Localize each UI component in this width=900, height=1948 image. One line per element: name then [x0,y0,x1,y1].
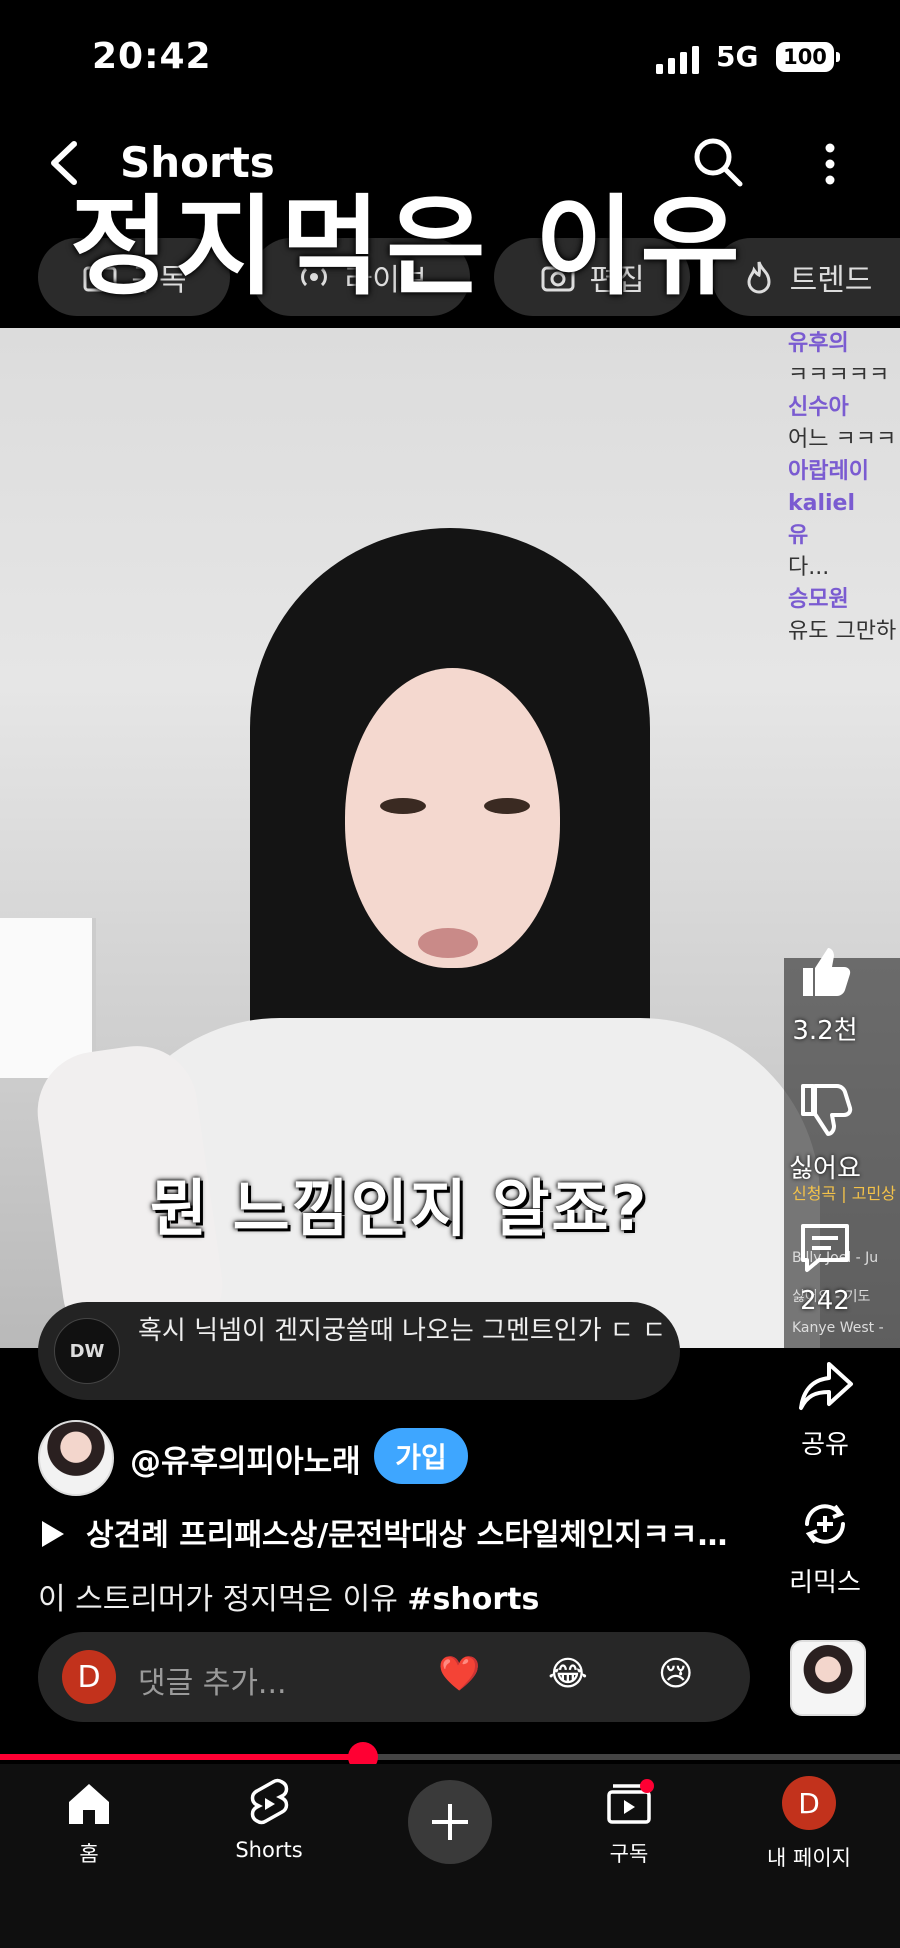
chat-line: kaliel [788,491,856,516]
video-description: 이 스트리머가 정지먹은 이유 #shorts [38,1574,539,1618]
battery-indicator: 100 [776,42,834,72]
person-eye [484,798,530,814]
nav-shorts[interactable]: Shorts [194,1774,344,1862]
remix-icon [805,1504,845,1544]
nav-subscriptions[interactable]: 구독 [554,1774,704,1868]
comments-button[interactable]: 242 [782,1218,868,1316]
video-title-overlay: 정지먹은 이유 [70,185,746,310]
comment-avatar: DW [54,1318,120,1384]
subscriptions-icon [607,1779,654,1824]
dislike-label: 싫어요 [789,1154,861,1184]
chat-line: 아랍레이 [788,459,869,484]
chat-line: 유후의 [788,331,849,356]
person-face [345,668,560,968]
heart-emoji-button[interactable]: ❤️ [438,1654,480,1694]
comment-icon [801,1224,849,1272]
more-options-icon[interactable] [818,140,842,188]
create-button[interactable] [408,1780,492,1864]
chat-line: 다... [788,555,830,580]
avatar: D [782,1776,836,1830]
stream-chat-overlay: 유후의 ㅋㅋㅋㅋㅋ 신수아 어느 ㅋㅋㅋ 아랍레이 kaliel 유 다... … [788,328,900,728]
plus-icon [432,1804,468,1840]
video-subtitle: 뭔 느낌인지 알죠? [150,1172,649,1245]
share-label: 공유 [801,1430,849,1460]
description-text: 이 스트리머가 정지먹은 이유 [38,1582,408,1617]
chat-line: 유도 그만하 [788,619,897,644]
chat-line: 신수아 [788,395,849,420]
status-time: 20:42 [92,36,212,77]
like-button[interactable]: 3.2천 [782,942,868,1047]
cry-emoji-button[interactable]: 😢 [658,1654,693,1694]
overlay-song: Kanye West - [792,1320,884,1336]
nav-label: Shorts [235,1838,303,1862]
progress-fill [0,1754,363,1760]
shorts-icon [250,1778,289,1825]
battery-tip [836,52,840,62]
home-icon [69,1784,109,1824]
comments-count: 242 [800,1286,850,1316]
chat-line: 어느 ㅋㅋㅋ [788,427,897,452]
thumbs-up-icon [803,948,851,996]
network-label: 5G [716,40,759,73]
person-eye [380,798,426,814]
hashtag-link[interactable]: #shorts [407,1582,539,1617]
sound-thumbnail[interactable] [790,1640,866,1716]
chip-label: 트렌드 [789,263,873,298]
chat-line: ㅋㅋㅋㅋㅋ [788,363,890,388]
playlist-link[interactable]: 상견례 프리패스상/문전박대상 스타일체인지ㅋㅋ… [40,1510,740,1554]
play-icon [42,1521,64,1547]
remix-label: 리믹스 [789,1568,861,1598]
dislike-button[interactable]: 싫어요 [782,1080,868,1185]
video-player[interactable]: 유후의 ㅋㅋㅋㅋㅋ 신수아 어느 ㅋㅋㅋ 아랍레이 kaliel 유 다... … [0,328,900,1348]
signal-icon [656,46,699,74]
nav-home[interactable]: 홈 [14,1774,164,1868]
comment-input[interactable]: 댓글 추가... [138,1658,287,1702]
pinned-comment-text: 혹시 닉넴이 겐지궁쓸때 나오는 그멘트인가 ㄷ ㄷ [138,1316,666,1346]
nav-label: 구독 [609,1842,649,1866]
chat-line: 승모원 [788,587,849,612]
laugh-emoji-button[interactable]: 😂 [548,1654,588,1694]
channel-handle[interactable]: @유후의피아노래 [130,1436,361,1481]
pinned-comment[interactable]: DW 혹시 닉넴이 겐지궁쓸때 나오는 그멘트인가 ㄷ ㄷ [38,1302,680,1400]
remix-button[interactable]: 리믹스 [782,1494,868,1599]
nav-my-page[interactable]: D 내 페이지 [734,1774,884,1872]
nav-label: 홈 [79,1842,99,1866]
join-button[interactable]: 가입 [374,1428,468,1484]
chat-line: 유 [788,523,809,548]
share-button[interactable]: 공유 [782,1356,868,1461]
like-count: 3.2천 [792,1016,858,1046]
comment-input-bar[interactable]: D 댓글 추가... ❤️ 😂 😢 [38,1632,750,1722]
thumbs-down-icon [801,1084,853,1136]
person-lips [418,928,478,958]
share-icon [799,1362,853,1410]
channel-avatar[interactable] [38,1420,114,1496]
user-avatar: D [62,1650,116,1704]
playlist-title: 상견례 프리패스상/문전박대상 스타일체인지ㅋㅋ… [86,1518,728,1553]
nav-label: 내 페이지 [767,1846,851,1870]
